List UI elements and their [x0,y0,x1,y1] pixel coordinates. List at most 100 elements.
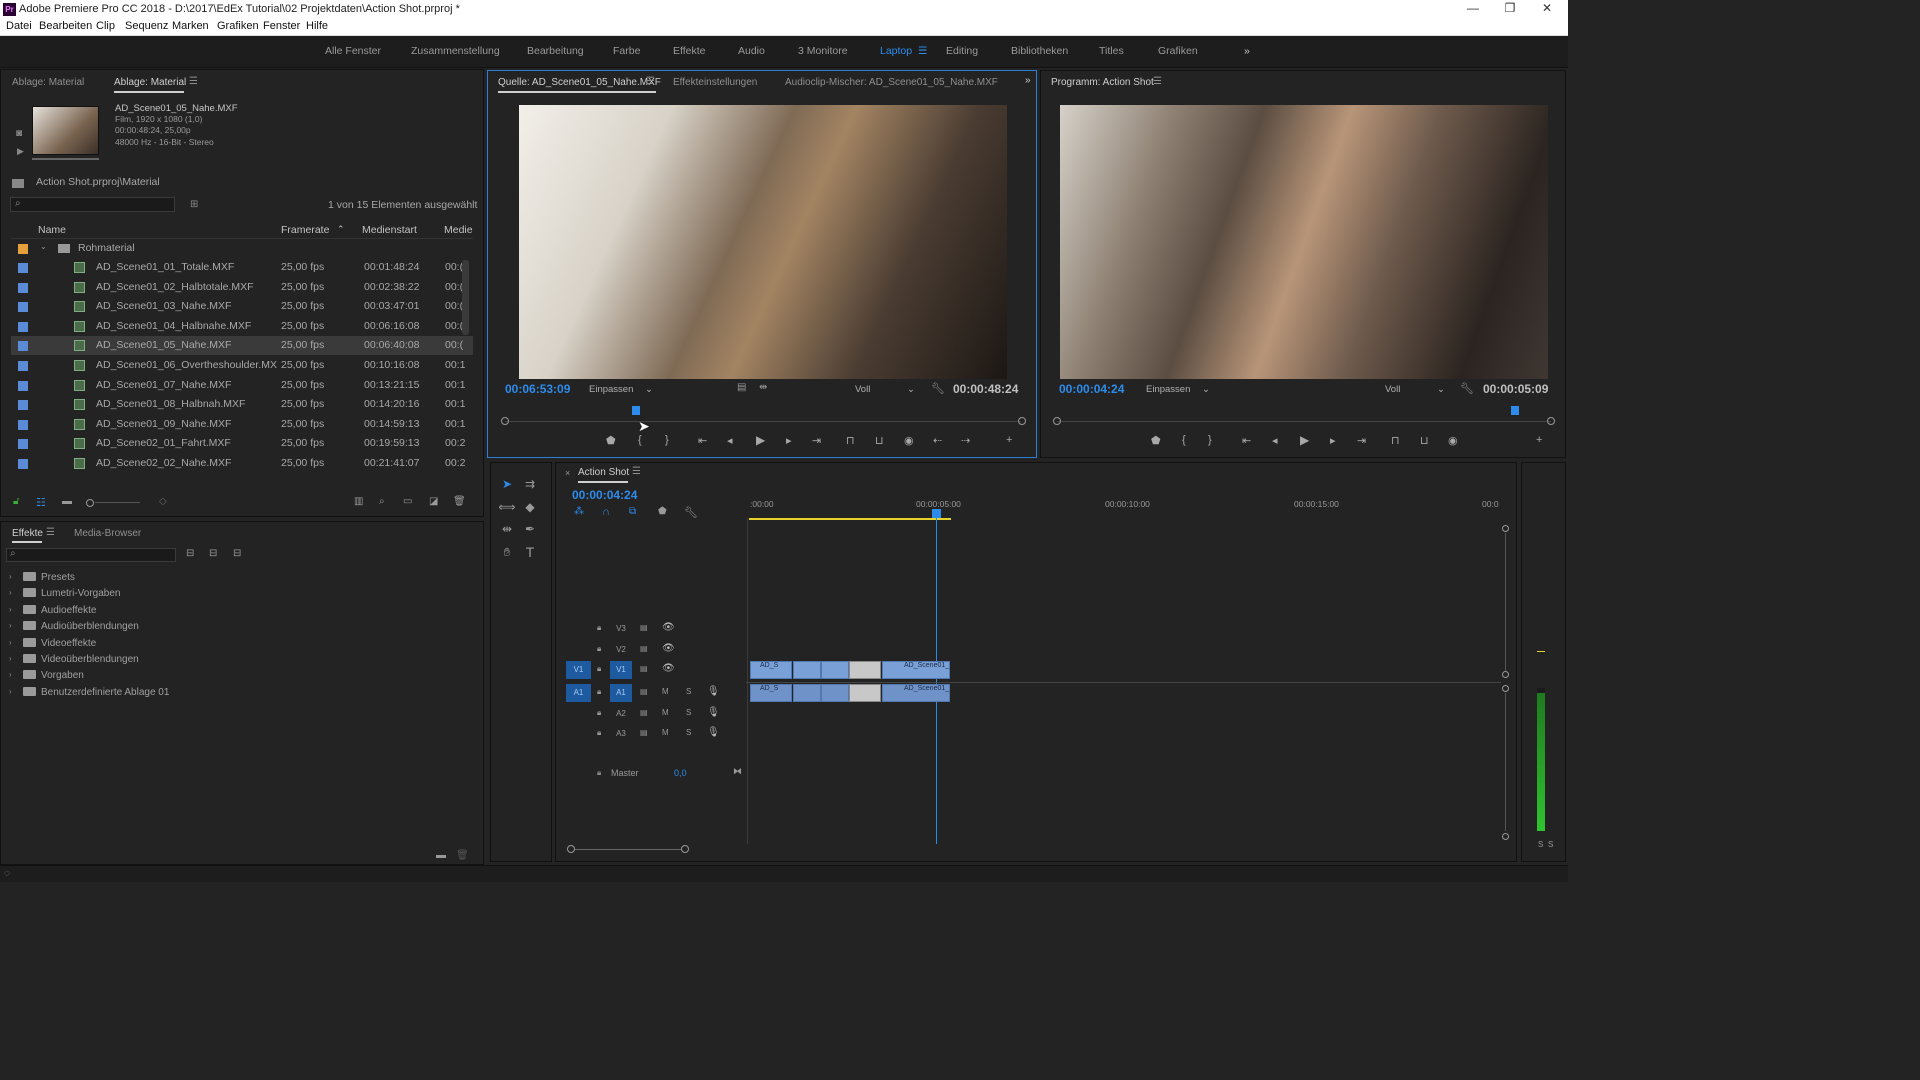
workspace-laptop[interactable]: Laptop [880,45,912,57]
chevron-right-icon[interactable]: › [9,638,12,647]
minimize-button[interactable]: — [1458,1,1488,17]
chevron-down-icon[interactable]: ⌄ [40,242,47,251]
track-select-tool-icon[interactable]: ⇉ [521,475,539,493]
video-vertical-scrollbar[interactable] [1505,533,1506,671]
solo-right-button[interactable]: S [1548,840,1553,849]
zoom-slider-track[interactable] [95,502,140,503]
master-volume-value[interactable]: 0,0 [674,768,687,778]
track-lock-icon[interactable]: 🔒︎ [597,687,601,697]
a1-clip-4-selected[interactable] [849,684,881,702]
new-search-bin-icon[interactable]: ⊞ [190,199,198,210]
source-quality-dropdown[interactable]: Voll ⌄ [855,384,917,397]
clip-row[interactable]: AD_Scene01_09_Nahe.MXF 25,00 fps 00:14:59:… [11,415,473,434]
background-render-icon[interactable]: ◌ [4,868,10,879]
column-medienstart[interactable]: Medienstart [362,224,417,236]
eye-icon[interactable]: 👁︎ [662,622,675,633]
label-color-swatch[interactable] [18,282,28,293]
source-patch[interactable]: A1 [566,684,591,702]
chevron-right-icon[interactable]: › [9,687,12,696]
timeline-settings-icon[interactable]: 🔧︎ [684,506,698,519]
sync-lock-icon[interactable]: ▤ [640,687,648,696]
go-to-in-icon[interactable]: ⇤ [698,434,707,447]
new-bin-icon[interactable]: ▭ [403,496,412,507]
program-add-marker-icon[interactable]: ⬟ [1151,434,1161,447]
mute-button[interactable]: M [662,708,669,717]
sync-lock-icon[interactable]: ▤ [640,644,648,653]
thumbnail-play-icon[interactable]: ▶ [17,146,24,157]
workspace-editing[interactable]: Editing [946,45,978,57]
clip-row[interactable]: AD_Scene02_02_Nahe.MXF 25,00 fps 00:21:41:… [11,454,473,473]
export-frame-icon[interactable]: ◉ [904,434,914,447]
timeline-horizontal-scrollbar[interactable] [575,849,681,850]
program-export-frame-icon[interactable]: ◉ [1448,434,1458,447]
tab-audioclip-mischer[interactable]: Audioclip-Mischer: AD_Scene01_05_Nahe.MX… [785,77,998,88]
workspace-grafiken[interactable]: Grafiken [1158,45,1198,57]
menu-marken[interactable]: Marken [172,20,209,32]
accelerated-effects-icon[interactable]: ⊟ [186,548,194,559]
tab-sequence[interactable]: Action Shot [578,467,629,478]
sync-lock-icon[interactable]: ▤ [640,708,648,717]
microphone-icon[interactable]: 🎙︎ [707,707,720,718]
program-go-to-out-icon[interactable]: ⇥ [1357,434,1366,447]
chevron-right-icon[interactable]: › [9,605,12,614]
effects-folder[interactable]: › Videoeffekte [9,636,309,652]
workspace-zusammenstellung[interactable]: Zusammenstellung [411,45,500,57]
effects-folder[interactable]: › Videoüberblendungen [9,652,309,668]
program-mark-out-icon[interactable]: } [1208,434,1212,446]
program-button-editor-plus-icon[interactable]: + [1536,434,1542,446]
chevron-right-icon[interactable]: › [9,588,12,597]
label-color-swatch[interactable] [18,302,28,313]
clip-row[interactable]: AD_Scene01_04_Halbnahe.MXF 25,00 fps 00:06… [11,317,473,336]
snap-icon[interactable]: ∩ [602,506,610,518]
chevron-right-icon[interactable]: › [9,621,12,630]
type-tool-icon[interactable]: T [521,543,539,561]
add-marker-icon[interactable]: ⬟ [606,434,616,447]
drag-video-audio-icon[interactable]: ⇹ [759,382,767,393]
program-menu-icon[interactable]: ☰ [1153,76,1162,87]
v1-clip-4-selected[interactable] [849,661,881,679]
menu-grafiken[interactable]: Grafiken [217,20,259,32]
tab-effekte[interactable]: Effekte [12,528,43,539]
label-color-swatch[interactable] [18,380,28,391]
solo-button[interactable]: S [686,687,691,696]
clip-row[interactable]: AD_Scene01_07_Nahe.MXF 25,00 fps 00:13:21:… [11,376,473,395]
chevron-right-icon[interactable]: › [9,654,12,663]
automate-sequence-icon[interactable]: ▥ [354,496,363,507]
timeline-playhead-handle[interactable] [932,509,941,518]
label-color-swatch[interactable] [18,419,28,430]
button-editor-plus-icon[interactable]: + [1006,434,1012,446]
linked-selection-icon[interactable]: ⧉ [629,506,636,517]
clip-row[interactable]: AD_Scene01_06_Overtheshoulder.MX 25,00 fp… [11,356,473,375]
menu-sequenz[interactable]: Sequenz [125,20,168,32]
source-zoom-start-handle[interactable] [501,417,509,425]
track-target[interactable]: V2 [610,641,632,659]
timeline-ruler[interactable]: :00:00 00:00:05:00 00:00:10:00 00:00:15:… [748,499,1500,517]
track-lock-icon[interactable]: 🔒︎ [597,664,601,674]
effects-folder[interactable]: › Vorgaben [9,668,309,684]
track-target[interactable]: V1 [610,661,632,679]
mute-button[interactable]: M [662,687,669,696]
timeline-zoom-end-handle[interactable] [681,845,689,853]
v1-clip-2[interactable] [793,661,821,679]
track-target[interactable]: A2 [610,705,632,723]
clip-row[interactable]: AD_Scene01_01_Totale.MXF 25,00 fps 00:01:4… [11,258,473,277]
razor-tool-icon[interactable]: ◆ [521,498,539,516]
v1-clip-3[interactable] [821,661,849,679]
solo-left-button[interactable]: S [1538,840,1543,849]
icon-view-icon[interactable]: ▬ [62,496,72,507]
lift-icon[interactable]: ⊓ [1391,434,1400,447]
tab-media-browser[interactable]: Media-Browser [74,528,141,539]
column-framerate[interactable]: Framerate [281,224,329,236]
program-wrench-icon[interactable]: 🔧︎ [1460,382,1474,395]
timeline-zoom-start-handle[interactable] [567,845,575,853]
effects-search-input[interactable] [6,548,176,562]
workspace-farbe[interactable]: Farbe [613,45,640,57]
program-quality-dropdown[interactable]: Voll ⌄ [1385,384,1447,397]
ripple-edit-tool-icon[interactable]: ⟺ [498,498,516,516]
effects-folder[interactable]: › Audioüberblendungen [9,619,309,635]
a1-clip-1[interactable]: AD_S [750,684,792,702]
program-timecode[interactable]: 00:00:04:24 [1059,382,1124,396]
workspace-alle-fenster[interactable]: Alle Fenster [325,45,381,57]
workspace-titles[interactable]: Titles [1099,45,1124,57]
source-menu-icon[interactable]: ☰ [646,76,655,87]
